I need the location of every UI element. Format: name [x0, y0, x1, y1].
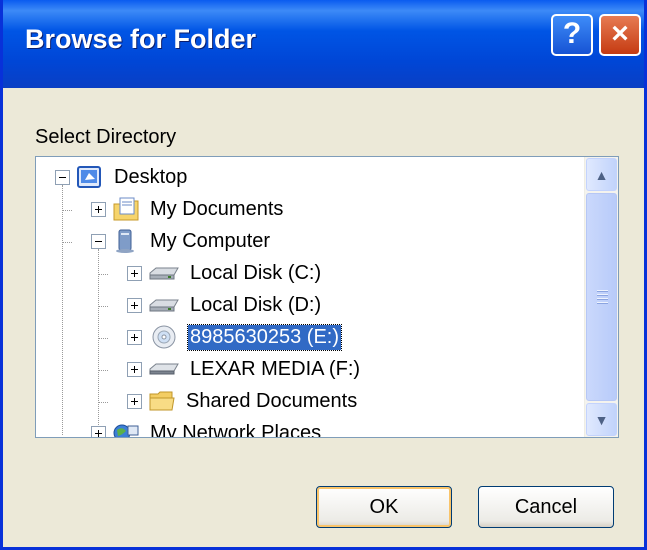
tree-node-my-computer[interactable]: My Computer	[91, 225, 272, 257]
tree-node-label: Local Disk (D:)	[190, 293, 322, 316]
tree-node-label: Local Disk (C:)	[190, 261, 322, 284]
network-places-icon	[112, 420, 140, 437]
collapse-toggle[interactable]	[91, 233, 106, 249]
tree-connector	[98, 370, 108, 371]
tree-node-cd-drive-e[interactable]: 8985630253 (E:)	[127, 321, 343, 353]
browse-for-folder-dialog: Browse for Folder ? × Select Directory D…	[0, 0, 647, 550]
tree-node-local-disk-c[interactable]: Local Disk (C:)	[127, 257, 323, 289]
tree-node-label: Shared Documents	[186, 389, 358, 412]
tree-node-my-documents[interactable]: My Documents	[91, 193, 285, 225]
scroll-grip	[597, 298, 608, 300]
tree-node-shared-documents[interactable]: Shared Documents	[127, 385, 359, 417]
tree-connector	[62, 242, 72, 243]
tree-node-label: 8985630253 (E:)	[186, 323, 343, 351]
removable-drive-icon	[148, 356, 180, 382]
cancel-button[interactable]: Cancel	[478, 486, 614, 528]
close-button[interactable]: ×	[599, 14, 641, 56]
tree-connector	[98, 402, 108, 403]
chevron-up-icon: ▲	[594, 166, 609, 183]
scroll-grip	[597, 290, 608, 292]
tree-node-label: My Computer	[150, 229, 271, 252]
vertical-scrollbar[interactable]: ▲ ▼	[584, 157, 618, 437]
tree-node-local-disk-d[interactable]: Local Disk (D:)	[127, 289, 323, 321]
my-documents-icon	[112, 196, 140, 222]
prompt-label: Select Directory	[35, 126, 177, 148]
close-icon: ×	[611, 17, 629, 50]
title-bar[interactable]: Browse for Folder ? ×	[3, 0, 644, 88]
tree-connector	[62, 210, 72, 211]
cd-drive-icon	[148, 324, 180, 350]
expand-toggle[interactable]	[91, 425, 106, 437]
expand-toggle[interactable]	[127, 393, 142, 409]
help-button[interactable]: ?	[551, 14, 593, 56]
help-icon: ?	[562, 17, 582, 50]
my-computer-icon	[112, 228, 140, 254]
tree-node-label: LEXAR MEDIA (F:)	[190, 357, 361, 380]
tree-node-label: My Network Places	[150, 421, 322, 438]
scroll-thumb[interactable]	[586, 193, 617, 401]
tree-connector	[98, 338, 108, 339]
scroll-grip	[597, 302, 608, 304]
scroll-grip	[597, 294, 608, 296]
tree-node-label: Desktop	[114, 165, 188, 188]
folder-icon	[148, 388, 176, 414]
dialog-title: Browse for Folder	[25, 24, 257, 54]
chevron-down-icon: ▼	[594, 411, 609, 428]
tree-node-label: My Documents	[150, 197, 284, 220]
scroll-up-button[interactable]: ▲	[586, 158, 617, 191]
expand-toggle[interactable]	[127, 265, 142, 281]
tree-node-lexar-media-f[interactable]: LEXAR MEDIA (F:)	[127, 353, 362, 385]
tree-connector	[98, 274, 108, 275]
expand-toggle[interactable]	[127, 329, 142, 345]
tree-connector	[62, 185, 63, 435]
collapse-toggle[interactable]	[55, 169, 70, 185]
tree-node-my-network-places[interactable]: My Network Places	[91, 417, 323, 438]
hard-drive-icon	[148, 292, 180, 318]
expand-toggle[interactable]	[127, 361, 142, 377]
desktop-icon	[76, 164, 104, 190]
scroll-down-button[interactable]: ▼	[586, 403, 617, 436]
hard-drive-icon	[148, 260, 180, 286]
expand-toggle[interactable]	[127, 297, 142, 313]
tree-node-desktop[interactable]: Desktop	[55, 161, 189, 193]
folder-tree[interactable]: Desktop My Documents My Computer Local D…	[35, 156, 619, 438]
expand-toggle[interactable]	[91, 201, 106, 217]
tree-connector	[98, 249, 99, 433]
tree-connector	[98, 306, 108, 307]
ok-button[interactable]: OK	[316, 486, 452, 528]
